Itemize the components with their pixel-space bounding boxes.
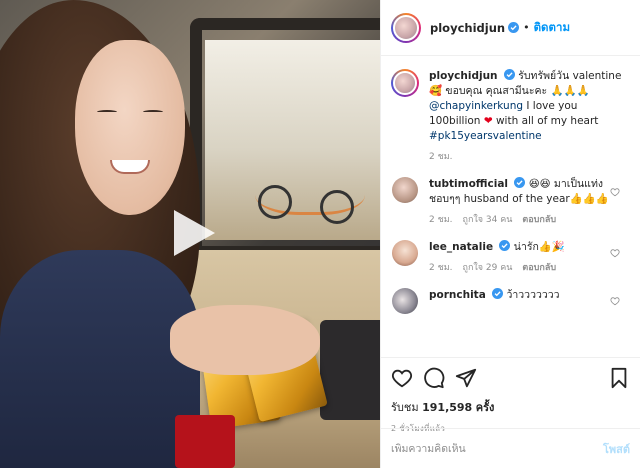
post-actions: รับชม 191,598 ครั้ง 2 ชั่วโมงที่แล้ว	[381, 357, 640, 435]
verified-icon	[508, 22, 520, 33]
comment-time: 2 ชม.	[429, 215, 453, 225]
follow-button[interactable]: ติดตาม	[534, 19, 570, 37]
heart-icon[interactable]	[391, 367, 413, 389]
woman-shirt	[0, 250, 200, 468]
post-comment-button[interactable]: โพสต์	[603, 440, 630, 458]
caption-time: 2 ชม.	[429, 152, 453, 162]
views-unit: ครั้ง	[475, 401, 495, 414]
comment-username[interactable]: lee_natalie	[429, 241, 493, 253]
comment-item: lee_natalie น่ารัก👍🎉 2 ชม. ถูกใจ 29 คน ต…	[391, 240, 630, 276]
red-gift-box	[175, 415, 235, 468]
caption-text: with all of my heart	[495, 115, 599, 127]
add-comment-bar: โพสต์	[381, 428, 640, 468]
commenter-avatar[interactable]	[392, 240, 418, 266]
instagram-post: ploychidjun • ติดตาม ploychidjun รับทรัพ…	[0, 0, 640, 468]
comment-text: น่ารัก👍🎉	[513, 241, 565, 253]
caption-mention[interactable]: @chapyinkerkung	[429, 100, 523, 112]
caption-hashtag[interactable]: #pk15yearsvalentine	[429, 130, 542, 142]
bookmark-icon[interactable]	[608, 367, 630, 389]
post-header: ploychidjun • ติดตาม	[381, 0, 640, 56]
caption-username[interactable]: ploychidjun	[429, 70, 498, 82]
share-icon[interactable]	[455, 367, 477, 389]
like-comment-icon[interactable]	[610, 248, 620, 258]
reply-button[interactable]: ตอบกลับ	[522, 261, 556, 276]
commenter-avatar[interactable]	[392, 288, 418, 314]
woman-hand	[170, 305, 320, 375]
eye	[97, 110, 117, 114]
comment-input[interactable]	[391, 442, 603, 455]
post-sidebar: ploychidjun • ติดตาม ploychidjun รับทรัพ…	[380, 0, 640, 468]
verified-icon	[492, 288, 504, 299]
caption: ploychidjun รับทรัพย์วัน valentine 🥰 ขอบ…	[391, 69, 630, 165]
commenter-avatar[interactable]	[392, 177, 418, 203]
separator-dot: •	[523, 21, 530, 34]
views-label: รับชม	[391, 401, 419, 414]
car-console	[320, 320, 380, 420]
comment-likes[interactable]: ถูกใจ 29 คน	[463, 261, 513, 276]
comment-likes[interactable]: ถูกใจ 34 คน	[463, 213, 513, 228]
comment-item: pornchita ว้าววววววว	[391, 288, 630, 314]
comment-time: 2 ชม.	[429, 263, 453, 273]
views-number: 191,598	[422, 401, 473, 414]
comment-item: tubtimofficial 😆😆 มาเป็นแท่ง ชอบๆๆ husba…	[391, 177, 630, 228]
eye	[143, 110, 163, 114]
author-avatar[interactable]	[391, 12, 421, 43]
author-avatar[interactable]	[391, 69, 419, 97]
post-video[interactable]	[0, 0, 380, 468]
window-frame	[190, 18, 380, 258]
reply-button[interactable]: ตอบกลับ	[522, 213, 556, 228]
view-count[interactable]: รับชม 191,598 ครั้ง	[391, 398, 630, 416]
woman-face	[75, 40, 185, 215]
verified-icon	[514, 177, 526, 188]
comment-list[interactable]: ploychidjun รับทรัพย์วัน valentine 🥰 ขอบ…	[381, 57, 640, 357]
comment-username[interactable]: tubtimofficial	[429, 178, 508, 190]
like-comment-icon[interactable]	[610, 187, 620, 197]
comment-text: ว้าววววววว	[506, 289, 560, 301]
play-icon[interactable]	[170, 207, 218, 259]
verified-icon	[503, 69, 515, 80]
comment-username[interactable]: pornchita	[429, 289, 486, 301]
red-heart-emoji: ❤	[483, 115, 493, 127]
author-username[interactable]: ploychidjun	[430, 21, 505, 35]
like-comment-icon[interactable]	[610, 296, 620, 306]
comment-icon[interactable]	[423, 367, 445, 389]
verified-icon	[499, 240, 511, 251]
